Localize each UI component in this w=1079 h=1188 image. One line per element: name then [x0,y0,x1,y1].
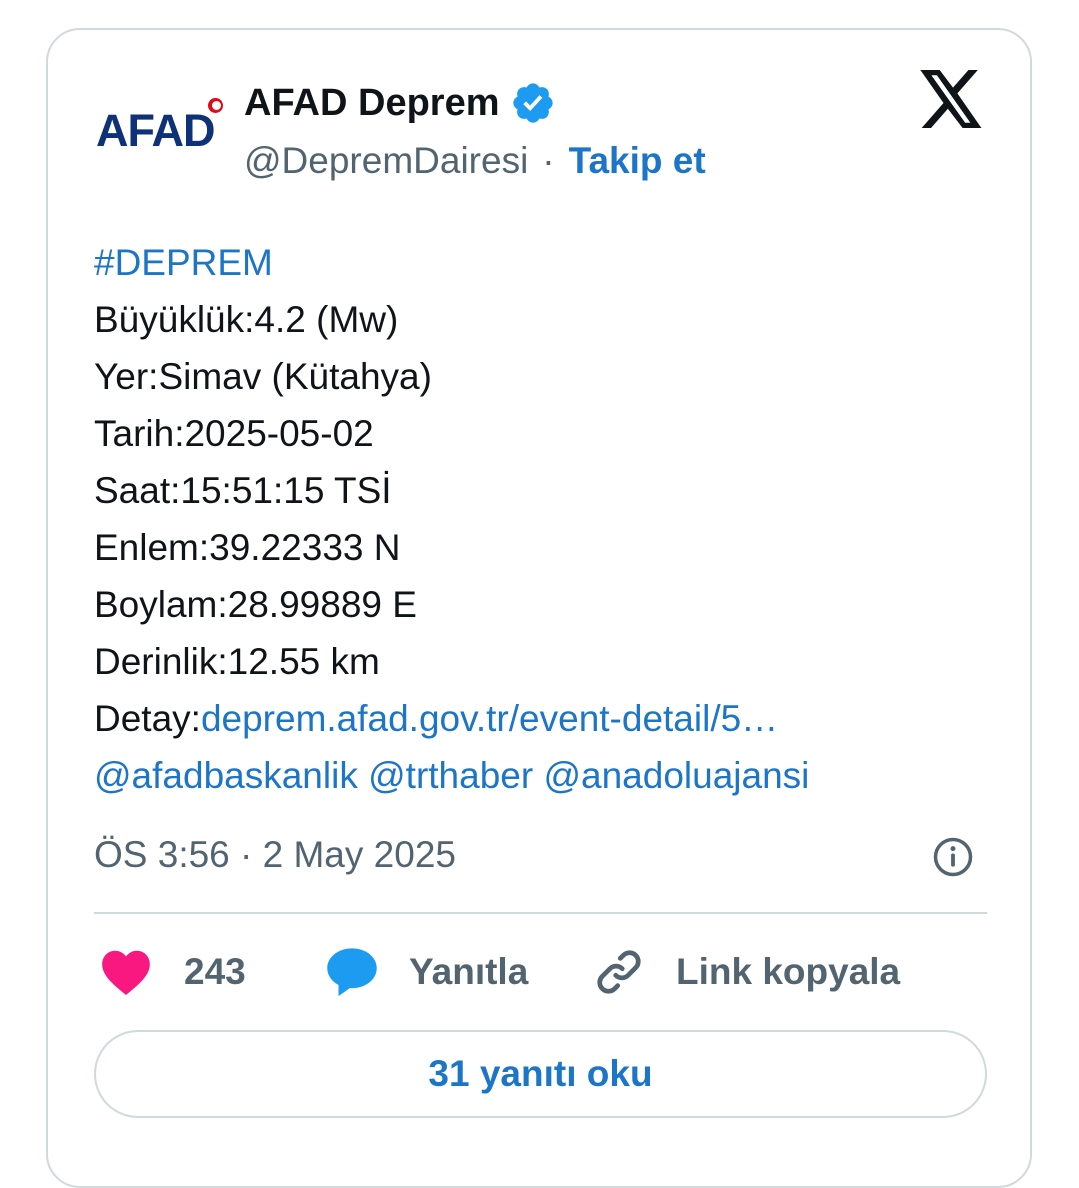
date-line: Tarih:2025-05-02 [94,413,374,454]
copy-link-label: Link kopyala [676,951,901,992]
latitude-line: Enlem:39.22333 N [94,527,401,568]
link-icon [597,950,641,994]
action-bar: 243 Yanıtla Link kopyala [94,946,987,998]
verified-badge-icon [512,83,553,123]
longitude-line: Boylam:28.99889 E [94,584,417,625]
copy-link-button[interactable]: Link kopyala [592,946,900,998]
account-name-row: AFAD Deprem [244,80,556,126]
heart-icon [102,950,150,995]
speech-bubble-icon [327,948,377,997]
hashtag-link[interactable]: #DEPREM [94,242,273,283]
account-name[interactable]: AFAD Deprem [244,82,500,125]
crescent-star-emblem-icon [208,98,223,113]
detail-prefix: Detay: [94,698,201,739]
mention-link[interactable]: @anadoluajansi [543,755,809,796]
like-button[interactable]: 243 [100,946,246,998]
read-replies-button[interactable]: 31 yanıtı oku [94,1030,987,1118]
magnitude-line: Büyüklük:4.2 (Mw) [94,299,399,340]
account-handle[interactable]: @DepremDairesi [244,140,528,182]
divider [94,912,987,914]
time-line: Saat:15:51:15 TSİ [94,470,392,511]
tweet-timestamp[interactable]: ÖS 3:56 · 2 May 2025 [94,832,456,878]
account-handle-row: @DepremDairesi · Takip et [244,138,706,184]
location-line: Yer:Simav (Kütahya) [94,356,432,397]
mention-link[interactable]: @afadbaskanlik [94,755,358,796]
like-count: 243 [184,951,246,992]
x-logo-icon[interactable] [920,70,984,128]
info-icon[interactable] [932,836,974,878]
tweet-body: #DEPREM Büyüklük:4.2 (Mw) Yer:Simav (Küt… [94,234,809,804]
afad-logo-text: AFAD [96,105,215,156]
avatar[interactable]: AFAD [92,68,228,198]
detail-link[interactable]: deprem.afad.gov.tr/event-detail/5… [201,698,778,739]
follow-button[interactable]: Takip et [569,140,706,182]
mention-link[interactable]: @trthaber [368,755,533,796]
reply-label: Yanıtla [409,951,529,992]
separator-dot: · [542,140,555,181]
depth-line: Derinlik:12.55 km [94,641,380,682]
reply-button[interactable]: Yanıtla [325,946,528,998]
